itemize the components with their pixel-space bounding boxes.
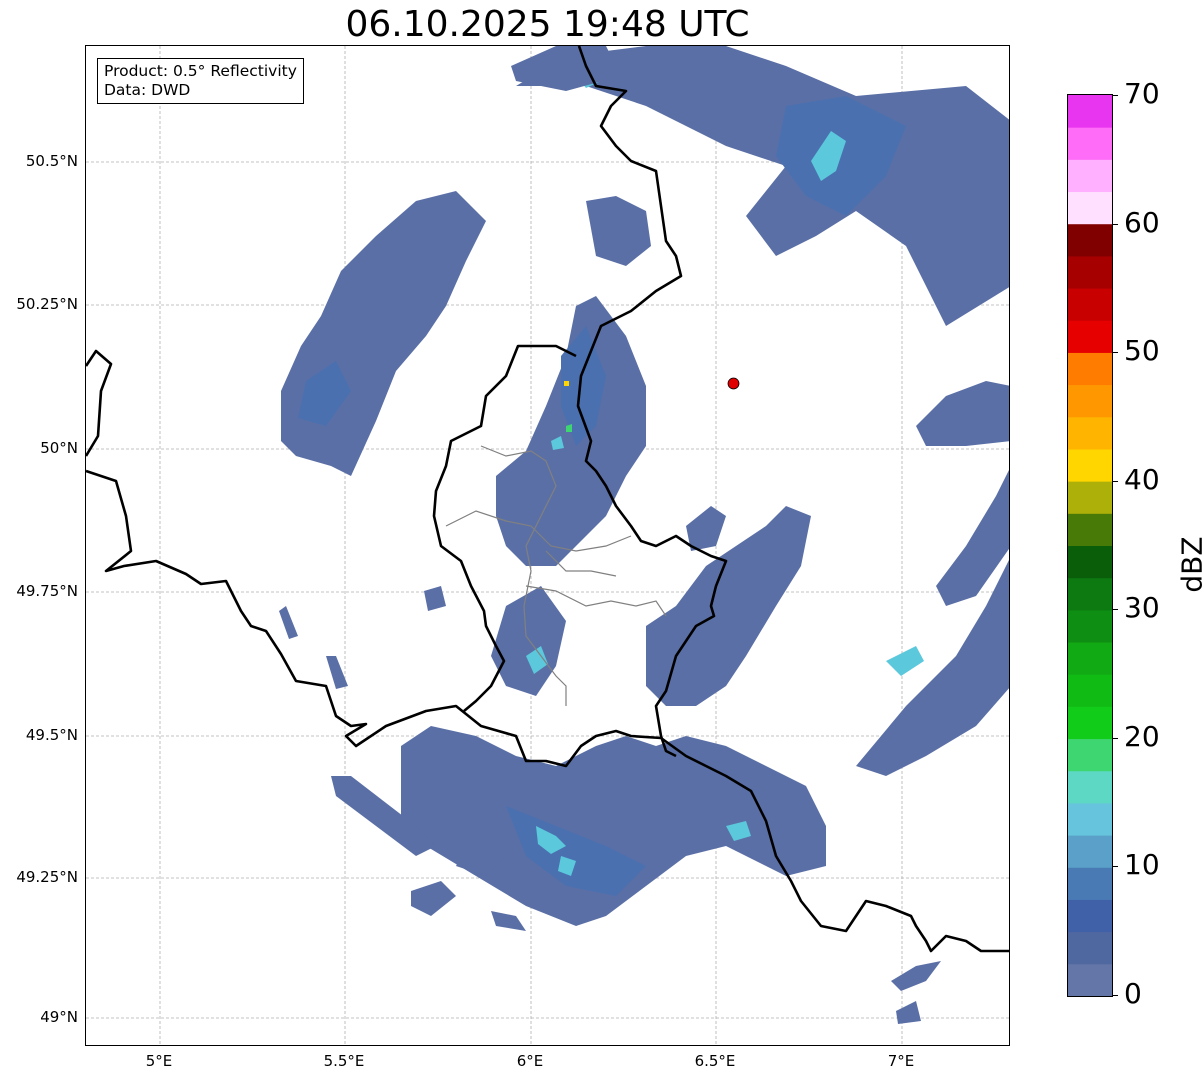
colorbar-bands bbox=[1068, 95, 1112, 996]
product-info-box: Product: 0.5° Reflectivity Data: DWD bbox=[97, 58, 304, 104]
colorbar-tick bbox=[1112, 352, 1118, 354]
colorbar-band bbox=[1068, 770, 1112, 804]
colorbar-band bbox=[1068, 609, 1112, 643]
colorbar-tick bbox=[1112, 223, 1118, 225]
echo-region bbox=[411, 881, 456, 916]
colorbar-band bbox=[1068, 448, 1112, 482]
lat-label: 49.5°N bbox=[25, 726, 78, 744]
colorbar-tick-label: 10 bbox=[1124, 848, 1160, 882]
lon-label: 5°E bbox=[145, 1052, 173, 1070]
product-label: Product: 0.5° Reflectivity bbox=[104, 62, 297, 80]
echo-region bbox=[896, 1001, 921, 1024]
colorbar-tick-label: 0 bbox=[1124, 977, 1142, 1010]
echo-region bbox=[491, 911, 526, 931]
colorbar-band bbox=[1068, 513, 1112, 546]
lon-label: 7°E bbox=[887, 1052, 915, 1070]
colorbar-band bbox=[1068, 288, 1112, 321]
colorbar-tick-label: 70 bbox=[1124, 77, 1160, 110]
colorbar-band bbox=[1068, 738, 1112, 772]
lat-label: 50.5°N bbox=[25, 152, 78, 170]
map-title: 06.10.2025 19:48 UTC bbox=[345, 4, 750, 45]
border-line bbox=[86, 349, 113, 457]
colorbar-band bbox=[1068, 899, 1112, 933]
colorbar-unit: dBZ bbox=[1175, 536, 1202, 593]
colorbar-band bbox=[1068, 835, 1112, 868]
echo-region bbox=[856, 560, 1009, 776]
echo-region bbox=[886, 646, 924, 676]
echo-region bbox=[516, 46, 1009, 326]
colorbar-band bbox=[1068, 963, 1112, 996]
lat-label: 49.25°N bbox=[16, 868, 78, 886]
colorbar-tick bbox=[1112, 737, 1118, 739]
echo-region bbox=[564, 381, 569, 386]
colorbar-tick bbox=[1112, 995, 1118, 996]
lat-label: 49°N bbox=[40, 1008, 78, 1026]
colorbar-tick-label: 60 bbox=[1124, 205, 1160, 239]
colorbar-band bbox=[1068, 352, 1112, 386]
colorbar-tick bbox=[1112, 609, 1118, 611]
colorbar-band bbox=[1068, 545, 1112, 579]
colorbar-tick bbox=[1112, 480, 1118, 482]
echo-region bbox=[586, 196, 651, 266]
colorbar-band bbox=[1068, 384, 1112, 418]
colorbar-band bbox=[1068, 577, 1112, 611]
colorbar-band bbox=[1068, 191, 1112, 225]
colorbar-band bbox=[1068, 706, 1112, 740]
colorbar-band bbox=[1068, 481, 1112, 514]
colorbar-band bbox=[1068, 320, 1112, 353]
colorbar-tick-label: 40 bbox=[1124, 462, 1160, 496]
colorbar-tick-label: 30 bbox=[1124, 591, 1160, 625]
colorbar-band bbox=[1068, 255, 1112, 289]
echo-region bbox=[491, 586, 566, 696]
lon-label: 6°E bbox=[516, 1052, 544, 1070]
colorbar-band bbox=[1068, 642, 1112, 675]
echo-region bbox=[424, 586, 446, 611]
radar-site-marker bbox=[727, 377, 740, 390]
lat-label: 50°N bbox=[40, 439, 78, 457]
radar-map-canvas bbox=[86, 46, 1009, 1045]
lat-label: 50.25°N bbox=[16, 295, 78, 313]
colorbar-tick bbox=[1112, 95, 1118, 96]
colorbar-tick-label: 20 bbox=[1124, 719, 1160, 753]
echo-region bbox=[281, 191, 486, 476]
colorbar-band bbox=[1068, 802, 1112, 836]
lat-label: 49.75°N bbox=[16, 582, 78, 600]
colorbar-band bbox=[1068, 127, 1112, 160]
data-source-label: Data: DWD bbox=[104, 81, 191, 99]
lon-label: 6.5°E bbox=[694, 1052, 736, 1070]
reflectivity-echoes bbox=[279, 46, 1009, 1024]
colorbar-band bbox=[1068, 867, 1112, 900]
colorbar-tick bbox=[1112, 866, 1118, 868]
lon-label: 5.5°E bbox=[323, 1052, 365, 1070]
colorbar-band bbox=[1068, 931, 1112, 965]
echo-region bbox=[686, 506, 726, 551]
colorbar-band bbox=[1068, 674, 1112, 707]
colorbar-band bbox=[1068, 416, 1112, 450]
colorbar-band bbox=[1068, 159, 1112, 193]
echo-region bbox=[891, 961, 941, 991]
echo-region bbox=[401, 726, 826, 926]
colorbar-tick-label: 50 bbox=[1124, 334, 1160, 368]
colorbar bbox=[1067, 94, 1113, 997]
echo-region bbox=[279, 606, 298, 639]
echo-region bbox=[916, 381, 1009, 446]
colorbar-band bbox=[1068, 95, 1112, 128]
radar-map[interactable] bbox=[85, 45, 1010, 1046]
colorbar-band bbox=[1068, 223, 1112, 257]
admin-boundaries bbox=[445, 445, 667, 706]
